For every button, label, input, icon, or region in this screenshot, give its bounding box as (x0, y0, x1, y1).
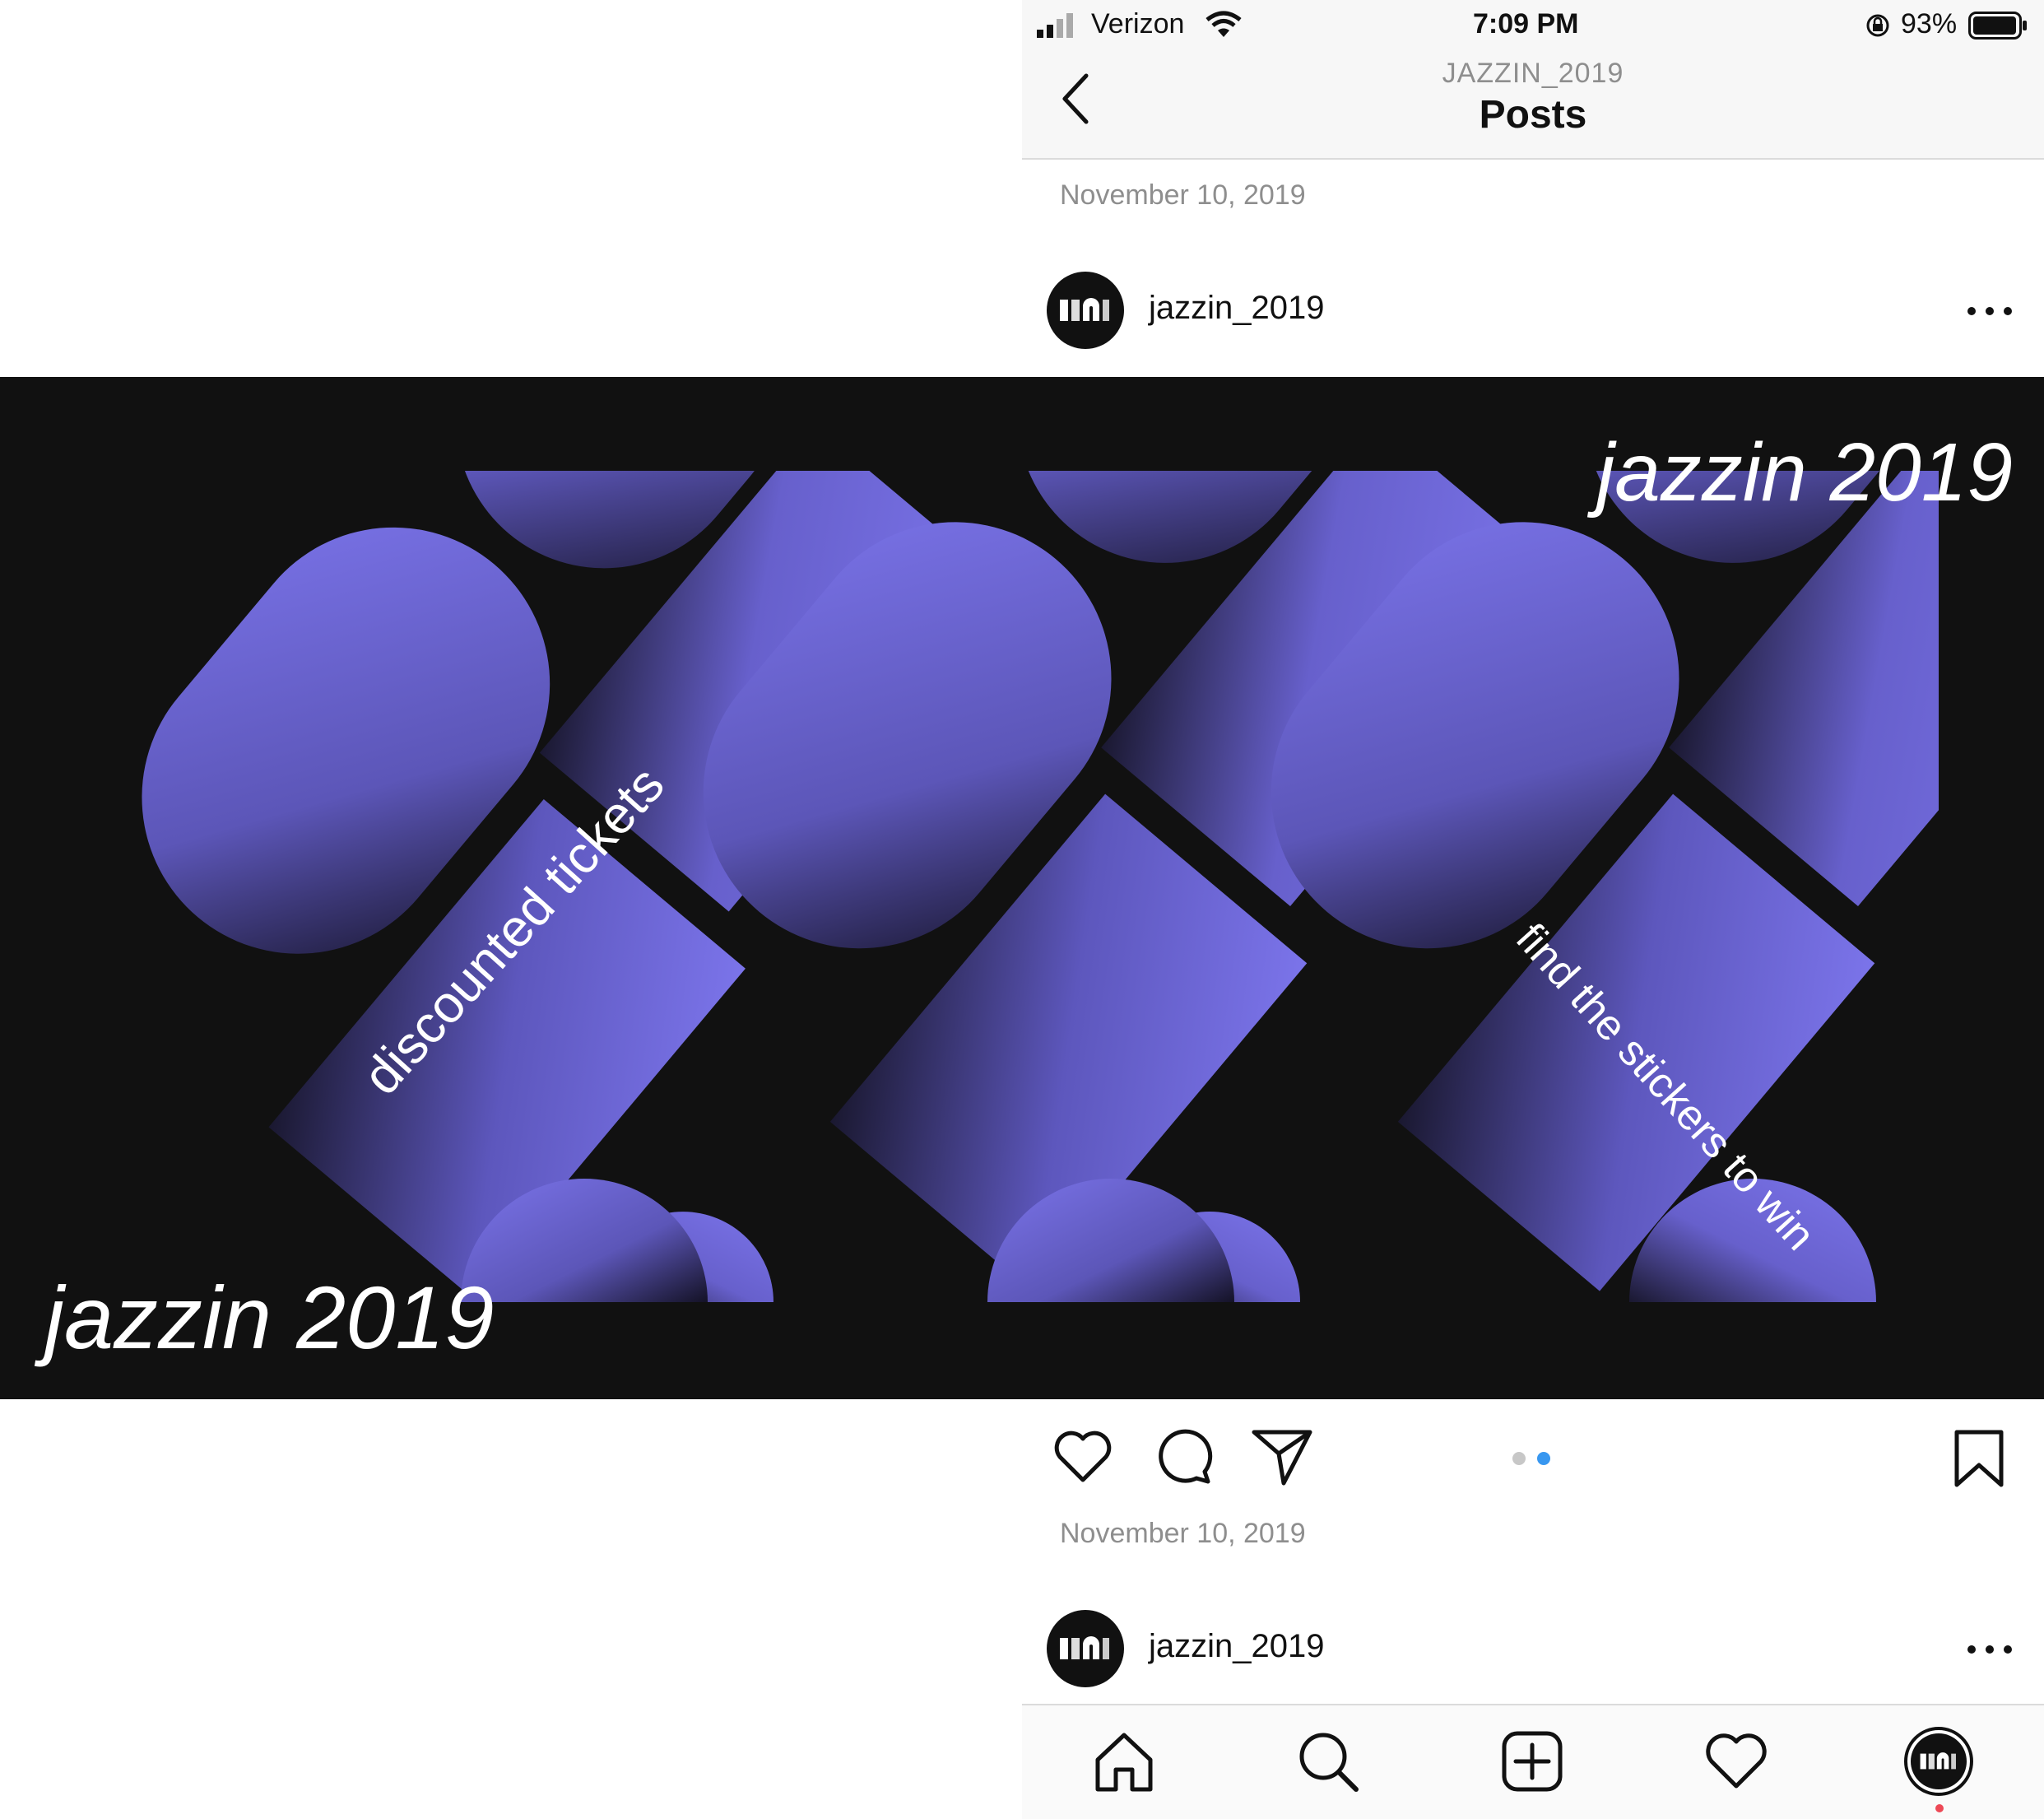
orientation-lock-icon (1866, 14, 1889, 37)
avatar-logo-icon (1060, 298, 1109, 321)
more-options-icon[interactable] (1965, 301, 2014, 321)
avatar[interactable] (1047, 272, 1124, 349)
post-footer-date: November 10, 2019 (1060, 1518, 1306, 1549)
status-time: 7:09 PM (1473, 8, 1579, 40)
jazz-poster-artwork: jazzin 2019 jazzin 2019 discounted ticke… (34, 426, 2013, 1367)
search-icon[interactable] (1295, 1728, 1361, 1794)
carrier-label: Verizon (1091, 8, 1185, 40)
wifi-icon (1205, 11, 1242, 37)
profile-avatar[interactable] (1904, 1727, 1973, 1796)
comment-icon[interactable] (1154, 1426, 1216, 1488)
poster-title-bottom: jazzin 2019 (34, 1268, 494, 1367)
battery-icon (1968, 12, 2027, 40)
home-icon[interactable] (1091, 1728, 1157, 1794)
post-date: November 10, 2019 (1060, 179, 1306, 211)
avatar-logo-icon (1920, 1752, 1956, 1770)
page-title: Posts (1479, 93, 1587, 137)
avatar-logo-icon (1060, 1636, 1109, 1659)
post-image[interactable]: jazzin 2019 jazzin 2019 discounted ticke… (0, 377, 2044, 1399)
notification-dot (1935, 1804, 1944, 1812)
nav-bar: JAZZIN_2019 Posts (1022, 51, 2044, 160)
status-bar: Verizon 7:09 PM 93% (1022, 0, 2044, 51)
tab-bar (1022, 1704, 2044, 1819)
avatar[interactable] (1047, 1610, 1124, 1687)
activity-icon[interactable] (1703, 1728, 1769, 1794)
more-options-icon[interactable] (1965, 1640, 2014, 1659)
battery-label: 93% (1901, 8, 1958, 40)
carousel-dot-active (1537, 1452, 1550, 1465)
post-username[interactable]: jazzin_2019 (1149, 1628, 1325, 1665)
heart-icon[interactable] (1052, 1427, 1114, 1486)
bookmark-icon[interactable] (1953, 1429, 2005, 1488)
signal-icon (1037, 13, 1073, 38)
avatar (1911, 1733, 1967, 1789)
add-post-icon[interactable] (1499, 1728, 1565, 1794)
share-icon[interactable] (1251, 1427, 1313, 1486)
account-name: JAZZIN_2019 (1442, 58, 1624, 89)
poster-title-top: jazzin 2019 (1586, 426, 2013, 519)
carousel-dot (1512, 1452, 1526, 1465)
post-username[interactable]: jazzin_2019 (1149, 290, 1325, 327)
